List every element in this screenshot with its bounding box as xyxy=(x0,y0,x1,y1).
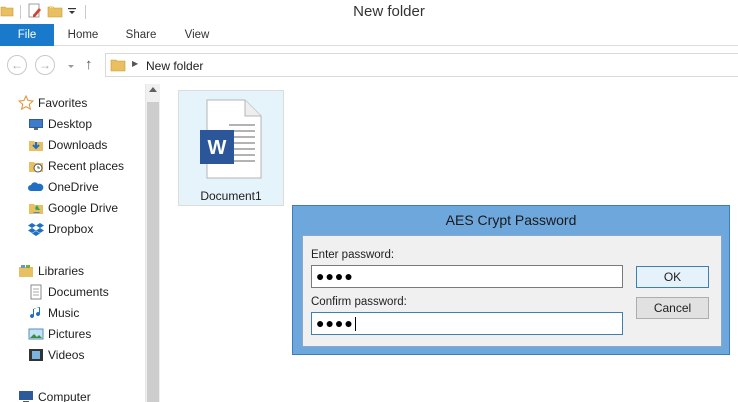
nav-favorites-label: Favorites xyxy=(38,96,88,110)
nav-item-label: Music xyxy=(48,306,80,320)
dialog-title: AES Crypt Password xyxy=(445,212,577,228)
aes-crypt-dialog: AES Crypt Password Enter password: ●●●● … xyxy=(292,205,730,355)
videos-icon xyxy=(28,347,44,363)
folder-icon xyxy=(110,58,126,75)
back-button[interactable]: ← xyxy=(7,55,27,75)
dialog-body: Enter password: ●●●● Confirm password: ●… xyxy=(302,235,722,347)
star-icon xyxy=(17,94,35,111)
tab-home[interactable]: Home xyxy=(62,24,104,46)
google-drive-icon xyxy=(28,200,44,216)
up-arrow-icon: ↑ xyxy=(85,56,93,73)
onedrive-icon xyxy=(28,179,44,195)
tab-view[interactable]: View xyxy=(176,24,218,46)
nav-item-recent-places[interactable]: Recent places xyxy=(28,156,124,176)
ribbon-tabs: File Home Share View xyxy=(0,24,738,46)
nav-item-label: OneDrive xyxy=(48,180,99,194)
nav-item-label: Pictures xyxy=(48,327,92,341)
nav-item-dropbox[interactable]: Dropbox xyxy=(28,219,93,239)
navigation-pane-scrollbar[interactable] xyxy=(145,84,160,402)
confirm-password-label: Confirm password: xyxy=(311,296,407,308)
ok-button[interactable]: OK xyxy=(636,266,709,288)
recent-locations-dropdown[interactable] xyxy=(66,60,76,70)
nav-item-label: Downloads xyxy=(48,138,108,152)
confirm-password-field[interactable]: ●●●● xyxy=(311,312,623,335)
computer-icon xyxy=(18,389,34,402)
file-item[interactable]: W Document1 xyxy=(178,90,284,206)
navigation-pane: Favorites Desktop Downloads Recent place… xyxy=(0,84,145,402)
tab-share[interactable]: Share xyxy=(120,24,162,46)
libraries-icon xyxy=(18,263,34,279)
nav-item-documents[interactable]: Documents xyxy=(28,282,109,302)
desktop-icon xyxy=(28,116,44,132)
downloads-icon xyxy=(28,137,44,153)
forward-arrow-icon: → xyxy=(39,58,51,72)
word-document-icon: W xyxy=(199,98,265,183)
nav-item-label: Dropbox xyxy=(48,222,94,236)
breadcrumb-separator-icon[interactable]: ▶ xyxy=(132,59,138,68)
nav-libraries-label: Libraries xyxy=(38,264,85,278)
dropbox-icon xyxy=(28,221,44,237)
nav-item-desktop[interactable]: Desktop xyxy=(28,114,92,134)
nav-item-music[interactable]: Music xyxy=(28,303,79,323)
nav-computer-label: Computer xyxy=(38,390,91,402)
nav-computer[interactable]: Computer xyxy=(18,387,91,402)
text-caret xyxy=(354,317,356,332)
nav-item-videos[interactable]: Videos xyxy=(28,345,84,365)
breadcrumb-current[interactable]: New folder xyxy=(146,59,203,73)
nav-item-label: Google Drive xyxy=(48,201,119,215)
chevron-down-icon xyxy=(68,65,74,68)
pictures-icon xyxy=(28,326,44,342)
cancel-button[interactable]: Cancel xyxy=(636,297,709,319)
documents-icon xyxy=(28,284,44,300)
nav-libraries[interactable]: Libraries xyxy=(18,261,84,281)
enter-password-field[interactable]: ●●●● xyxy=(311,265,623,288)
nav-item-pictures[interactable]: Pictures xyxy=(28,324,91,344)
enter-password-label: Enter password: xyxy=(311,249,395,261)
window-title: New folder xyxy=(353,3,425,20)
address-bar[interactable]: ▶ New folder xyxy=(105,53,738,77)
nav-favorites[interactable]: Favorites xyxy=(17,93,88,113)
music-icon xyxy=(28,305,44,321)
scrollbar-thumb[interactable] xyxy=(147,102,159,402)
navigation-bar: ← → ↑ ▶ New folder xyxy=(0,46,738,84)
enter-password-value: ●●●● xyxy=(316,268,354,284)
nav-item-google-drive[interactable]: Google Drive xyxy=(28,198,118,218)
file-name: Document1 xyxy=(200,189,262,203)
tab-file[interactable]: File xyxy=(0,24,54,46)
nav-item-label: Videos xyxy=(48,348,85,362)
up-button[interactable]: ↑ xyxy=(85,56,93,73)
recent-places-icon xyxy=(28,158,44,174)
svg-text:W: W xyxy=(208,137,227,159)
nav-item-label: Documents xyxy=(48,285,109,299)
nav-item-label: Recent places xyxy=(48,159,125,173)
back-arrow-icon: ← xyxy=(11,58,23,72)
nav-item-onedrive[interactable]: OneDrive xyxy=(28,177,99,197)
nav-item-label: Desktop xyxy=(48,117,93,131)
forward-button[interactable]: → xyxy=(35,55,55,75)
title-bar: New folder xyxy=(0,0,738,24)
nav-item-downloads[interactable]: Downloads xyxy=(28,135,107,155)
scroll-up-arrow-icon[interactable] xyxy=(149,87,157,92)
confirm-password-value: ●●●● xyxy=(316,315,354,331)
